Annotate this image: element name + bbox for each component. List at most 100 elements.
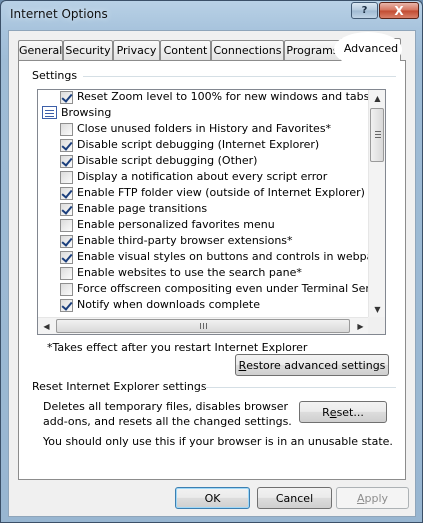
horizontal-scrollbar[interactable]: ◀ ▶ <box>38 317 369 334</box>
scrollbar-corner <box>368 317 385 334</box>
tab-label: Connections <box>213 44 282 57</box>
reset-button[interactable]: Re set... <box>299 401 387 423</box>
tab-content[interactable]: Content <box>160 40 211 60</box>
close-button[interactable]: X <box>379 2 419 19</box>
reset-description-line2: add-ons, and resets all the changed sett… <box>43 415 292 428</box>
scroll-right-button[interactable]: ▶ <box>352 318 369 334</box>
list-item[interactable]: Enable third-party browser extensions* <box>38 233 369 249</box>
restart-note: *Takes effect after you restart Internet… <box>47 341 308 354</box>
cancel-button[interactable]: Cancel <box>257 487 332 509</box>
button-label-part: estore advanced settings <box>246 358 386 372</box>
right-arrow-icon: ▶ <box>357 322 364 331</box>
checkbox[interactable] <box>60 283 73 296</box>
close-icon: X <box>394 3 404 18</box>
tab-privacy[interactable]: Privacy <box>113 40 160 60</box>
checkbox[interactable] <box>60 299 73 312</box>
settings-group-label: Settings <box>32 69 82 82</box>
button-label: Cancel <box>275 491 314 505</box>
restore-advanced-settings-button[interactable]: Restore advanced settings <box>235 354 389 376</box>
list-item[interactable]: Force offscreen compositing even under T… <box>38 281 369 297</box>
tab-security[interactable]: Security <box>63 40 113 60</box>
category-browsing: Browsing <box>38 105 369 121</box>
settings-rows: Reset Zoom level to 100% for new windows… <box>38 90 369 318</box>
grip-line <box>206 323 207 329</box>
category-label: Browsing <box>61 106 112 119</box>
internet-options-window: Internet Options ? X General Security Pr… <box>0 0 423 523</box>
scroll-left-button[interactable]: ◀ <box>38 318 55 334</box>
list-item-label: Enable visual styles on buttons and cont… <box>77 250 369 263</box>
grip-line <box>375 131 381 132</box>
checkbox[interactable] <box>60 251 73 264</box>
tab-label: Content <box>163 44 208 57</box>
list-item[interactable]: Disable script debugging (Internet Explo… <box>38 137 369 153</box>
category-list-icon <box>42 106 57 119</box>
list-item[interactable]: Notify when downloads complete <box>38 297 369 313</box>
grip-line <box>203 323 204 329</box>
advanced-tab-panel: Settings Reset Zoom level to 100% for ne… <box>18 60 406 480</box>
help-button[interactable]: ? <box>351 2 378 19</box>
list-item[interactable]: Disable script debugging (Other) <box>38 153 369 169</box>
list-item[interactable]: Close unused folders in History and Favo… <box>38 121 369 137</box>
reset-description-line1: Deletes all temporary files, disables br… <box>43 400 289 413</box>
list-item[interactable]: Enable visual styles on buttons and cont… <box>38 249 369 265</box>
left-arrow-icon: ◀ <box>43 322 50 331</box>
button-accelerator: e <box>329 405 337 419</box>
settings-tree-list[interactable]: Reset Zoom level to 100% for new windows… <box>37 89 386 335</box>
vertical-scrollbar[interactable]: ▲ ▼ <box>368 90 385 318</box>
scroll-up-button[interactable]: ▲ <box>369 90 385 107</box>
checkbox[interactable] <box>60 203 73 216</box>
list-item[interactable]: Enable websites to use the search pane* <box>38 265 369 281</box>
reset-group-divider <box>205 387 396 388</box>
list-item[interactable]: Enable page transitions <box>38 201 369 217</box>
button-accelerator: A <box>356 491 365 505</box>
list-item-label: Enable page transitions <box>77 202 208 215</box>
grip-line <box>200 323 201 329</box>
checkbox[interactable] <box>60 187 73 200</box>
list-item-label: Enable FTP folder view (outside of Inter… <box>77 186 365 199</box>
tab-advanced[interactable]: Advanced <box>335 33 401 66</box>
button-label: OK <box>204 491 221 505</box>
button-label-part: R <box>322 405 330 419</box>
list-item-label: Enable websites to use the search pane* <box>77 266 302 279</box>
list-item-label: Notify when downloads complete <box>77 298 261 311</box>
checkbox[interactable] <box>60 171 73 184</box>
tab-label: Security <box>65 44 111 57</box>
window-title: Internet Options <box>10 7 108 21</box>
horizontal-scroll-thumb[interactable] <box>56 319 350 333</box>
checkbox[interactable] <box>60 139 73 152</box>
scroll-down-button[interactable]: ▼ <box>369 301 385 318</box>
vertical-scroll-thumb[interactable] <box>370 108 384 162</box>
tab-programs[interactable]: Programs <box>284 40 341 60</box>
tab-label: General <box>19 44 63 57</box>
list-item-label: Disable script debugging (Other) <box>77 154 258 167</box>
checkbox[interactable] <box>60 235 73 248</box>
list-item-label: Force offscreen compositing even under T… <box>77 282 369 295</box>
tab-label: Privacy <box>116 44 157 57</box>
tab-general[interactable]: General <box>18 40 63 60</box>
title-bar[interactable]: Internet Options ? X <box>1 1 422 29</box>
list-item[interactable]: Reset Zoom level to 100% for new windows… <box>38 90 369 105</box>
tab-label: Programs <box>286 44 339 57</box>
list-item[interactable]: Display a notification about every scrip… <box>38 169 369 185</box>
down-arrow-icon: ▼ <box>374 305 381 314</box>
checkbox[interactable] <box>60 123 73 136</box>
tab-connections[interactable]: Connections <box>211 40 284 60</box>
checkbox[interactable] <box>60 267 73 280</box>
help-icon: ? <box>361 5 368 16</box>
ok-button[interactable]: OK <box>175 487 250 509</box>
list-item-label: Enable personalized favorites menu <box>77 218 275 231</box>
tab-label: Advanced <box>343 42 399 55</box>
dialog-client-area: General Security Privacy Content Connect… <box>8 30 416 517</box>
checkbox[interactable] <box>60 219 73 232</box>
list-item-label: Display a notification about every scrip… <box>77 170 328 183</box>
list-item-label: Close unused folders in History and Favo… <box>77 122 332 135</box>
list-item[interactable]: Enable FTP folder view (outside of Inter… <box>38 185 369 201</box>
reset-warning: You should only use this if your browser… <box>43 435 393 448</box>
apply-button[interactable]: Apply <box>336 487 409 509</box>
list-item[interactable]: Enable personalized favorites menu <box>38 217 369 233</box>
grip-line <box>375 137 381 138</box>
list-item-label: Disable script debugging (Internet Explo… <box>77 138 320 151</box>
checkbox[interactable] <box>60 155 73 168</box>
grip-line <box>375 134 381 135</box>
checkbox[interactable] <box>60 91 73 104</box>
